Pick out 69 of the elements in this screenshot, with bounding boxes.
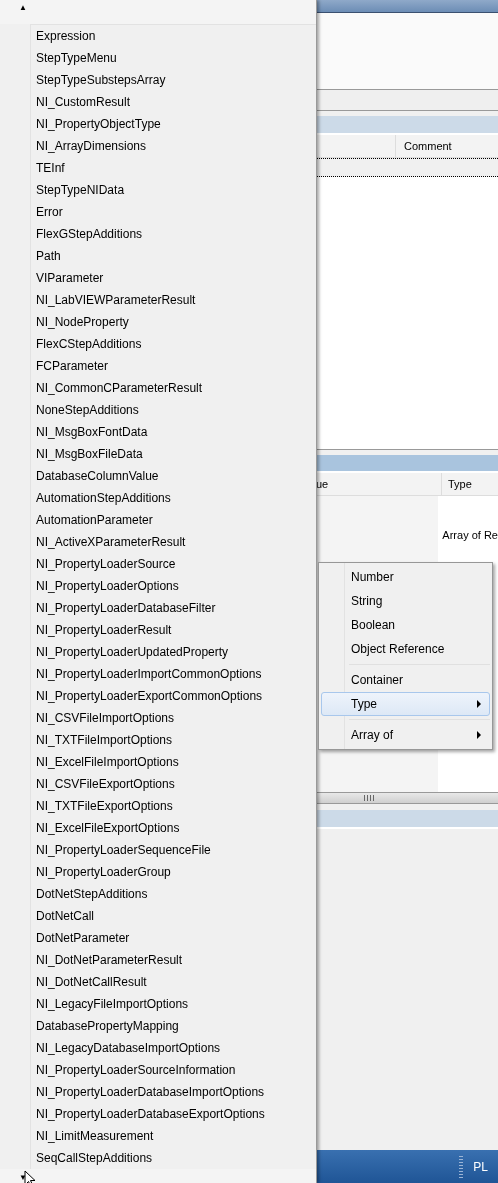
menu-item[interactable]: NI_PropertyLoaderImportCommonOptions: [31, 663, 316, 686]
menu-item[interactable]: StepTypeSubstepsArray: [31, 69, 316, 92]
menu-item[interactable]: NI_PropertyObjectType: [31, 113, 316, 136]
menu-item[interactable]: NI_PropertyLoaderOptions: [31, 575, 316, 598]
menu-item[interactable]: Type: [321, 692, 490, 716]
menu-item[interactable]: NI_ExcelFileExportOptions: [31, 817, 316, 840]
menu-item[interactable]: TEInf: [31, 157, 316, 180]
menu-item[interactable]: NI_TXTFileImportOptions: [31, 729, 316, 752]
menu-item[interactable]: NI_DotNetCallResult: [31, 971, 316, 994]
menu-item[interactable]: NI_CommonCParameterResult: [31, 377, 316, 400]
menu-item[interactable]: NI_PropertyLoaderSourceInformation: [31, 1059, 316, 1082]
menu-item[interactable]: Boolean: [321, 613, 490, 637]
menu-item[interactable]: Array of: [321, 723, 490, 747]
menu-item[interactable]: NI_LimitMeasurement: [31, 1125, 316, 1148]
menu-item[interactable]: VIParameter: [31, 267, 316, 290]
column-header[interactable]: Type: [442, 473, 498, 495]
menu-item[interactable]: Object Reference: [321, 637, 490, 661]
menu-item[interactable]: DotNetParameter: [31, 927, 316, 950]
menu-item[interactable]: NI_MsgBoxFileData: [31, 443, 316, 466]
menu-item[interactable]: NI_PropertyLoaderDatabaseFilter: [31, 597, 316, 620]
menu-item[interactable]: AutomationStepAdditions: [31, 487, 316, 510]
menu-item[interactable]: FCParameter: [31, 355, 316, 378]
submenu-arrow-icon: [477, 700, 481, 708]
menu-item[interactable]: NI_PropertyLoaderSequenceFile: [31, 839, 316, 862]
menu-item[interactable]: FlexGStepAdditions: [31, 223, 316, 246]
menu-item[interactable]: NI_PropertyLoaderSource: [31, 553, 316, 576]
menu-item[interactable]: NI_NodeProperty: [31, 311, 316, 334]
scroll-thumb[interactable]: [364, 795, 374, 801]
menu-item[interactable]: NoneStepAdditions: [31, 399, 316, 422]
menu-item[interactable]: DatabasePropertyMapping: [31, 1015, 316, 1038]
menu-item[interactable]: SeqCallStepAdditions: [31, 1147, 316, 1170]
menu-item[interactable]: StepTypeMenu: [31, 47, 316, 70]
horizontal-scrollbar[interactable]: [316, 793, 498, 804]
menu-item[interactable]: NI_PropertyLoaderResult: [31, 619, 316, 642]
menu-item[interactable]: DotNetStepAdditions: [31, 883, 316, 906]
column-header[interactable]: Comment: [396, 135, 498, 157]
menu-item[interactable]: NI_MsgBoxFontData: [31, 421, 316, 444]
menu-item[interactable]: NI_CSVFileExportOptions: [31, 773, 316, 796]
menu-item[interactable]: Error: [31, 201, 316, 224]
menu-item[interactable]: Path: [31, 245, 316, 268]
menu-item[interactable]: AutomationParameter: [31, 509, 316, 532]
menu-item[interactable]: String: [321, 589, 490, 613]
menu-item[interactable]: NI_PropertyLoaderExportCommonOptions: [31, 685, 316, 708]
menu-item[interactable]: NI_LegacyFileImportOptions: [31, 993, 316, 1016]
menu-item[interactable]: Number: [321, 565, 490, 589]
submenu-arrow-icon: [477, 731, 481, 739]
menu-item[interactable]: NI_TXTFileExportOptions: [31, 795, 316, 818]
scroll-down-arrow[interactable]: ▼: [19, 1170, 27, 1183]
menu-item[interactable]: DatabaseColumnValue: [31, 465, 316, 488]
menu-item[interactable]: NI_CSVFileImportOptions: [31, 707, 316, 730]
menu-item[interactable]: NI_ExcelFileImportOptions: [31, 751, 316, 774]
menu-item[interactable]: NI_DotNetParameterResult: [31, 949, 316, 972]
menu-item[interactable]: NI_ArrayDimensions: [31, 135, 316, 158]
table-cell: Array of Re: [442, 529, 498, 541]
menu-item[interactable]: DotNetCall: [31, 905, 316, 928]
menu-item[interactable]: FlexCStepAdditions: [31, 333, 316, 356]
language-indicator[interactable]: PL: [473, 1159, 488, 1174]
menu-item[interactable]: NI_PropertyLoaderGroup: [31, 861, 316, 884]
menu-item[interactable]: NI_CustomResult: [31, 91, 316, 114]
menu-item[interactable]: Expression: [31, 25, 316, 48]
menu-item[interactable]: NI_LabVIEWParameterResult: [31, 289, 316, 312]
scroll-up-arrow[interactable]: ▲: [19, 0, 27, 13]
menu-item[interactable]: Container: [321, 668, 490, 692]
menu-item[interactable]: NI_ActiveXParameterResult: [31, 531, 316, 554]
menu-item[interactable]: NI_PropertyLoaderDatabaseExportOptions: [31, 1103, 316, 1126]
menu-item[interactable]: StepTypeNIData: [31, 179, 316, 202]
menu-item[interactable]: NI_PropertyLoaderUpdatedProperty: [31, 641, 316, 664]
menu-item[interactable]: NI_LegacyDatabaseImportOptions: [31, 1037, 316, 1060]
menu-item[interactable]: NI_PropertyLoaderDatabaseImportOptions: [31, 1081, 316, 1104]
